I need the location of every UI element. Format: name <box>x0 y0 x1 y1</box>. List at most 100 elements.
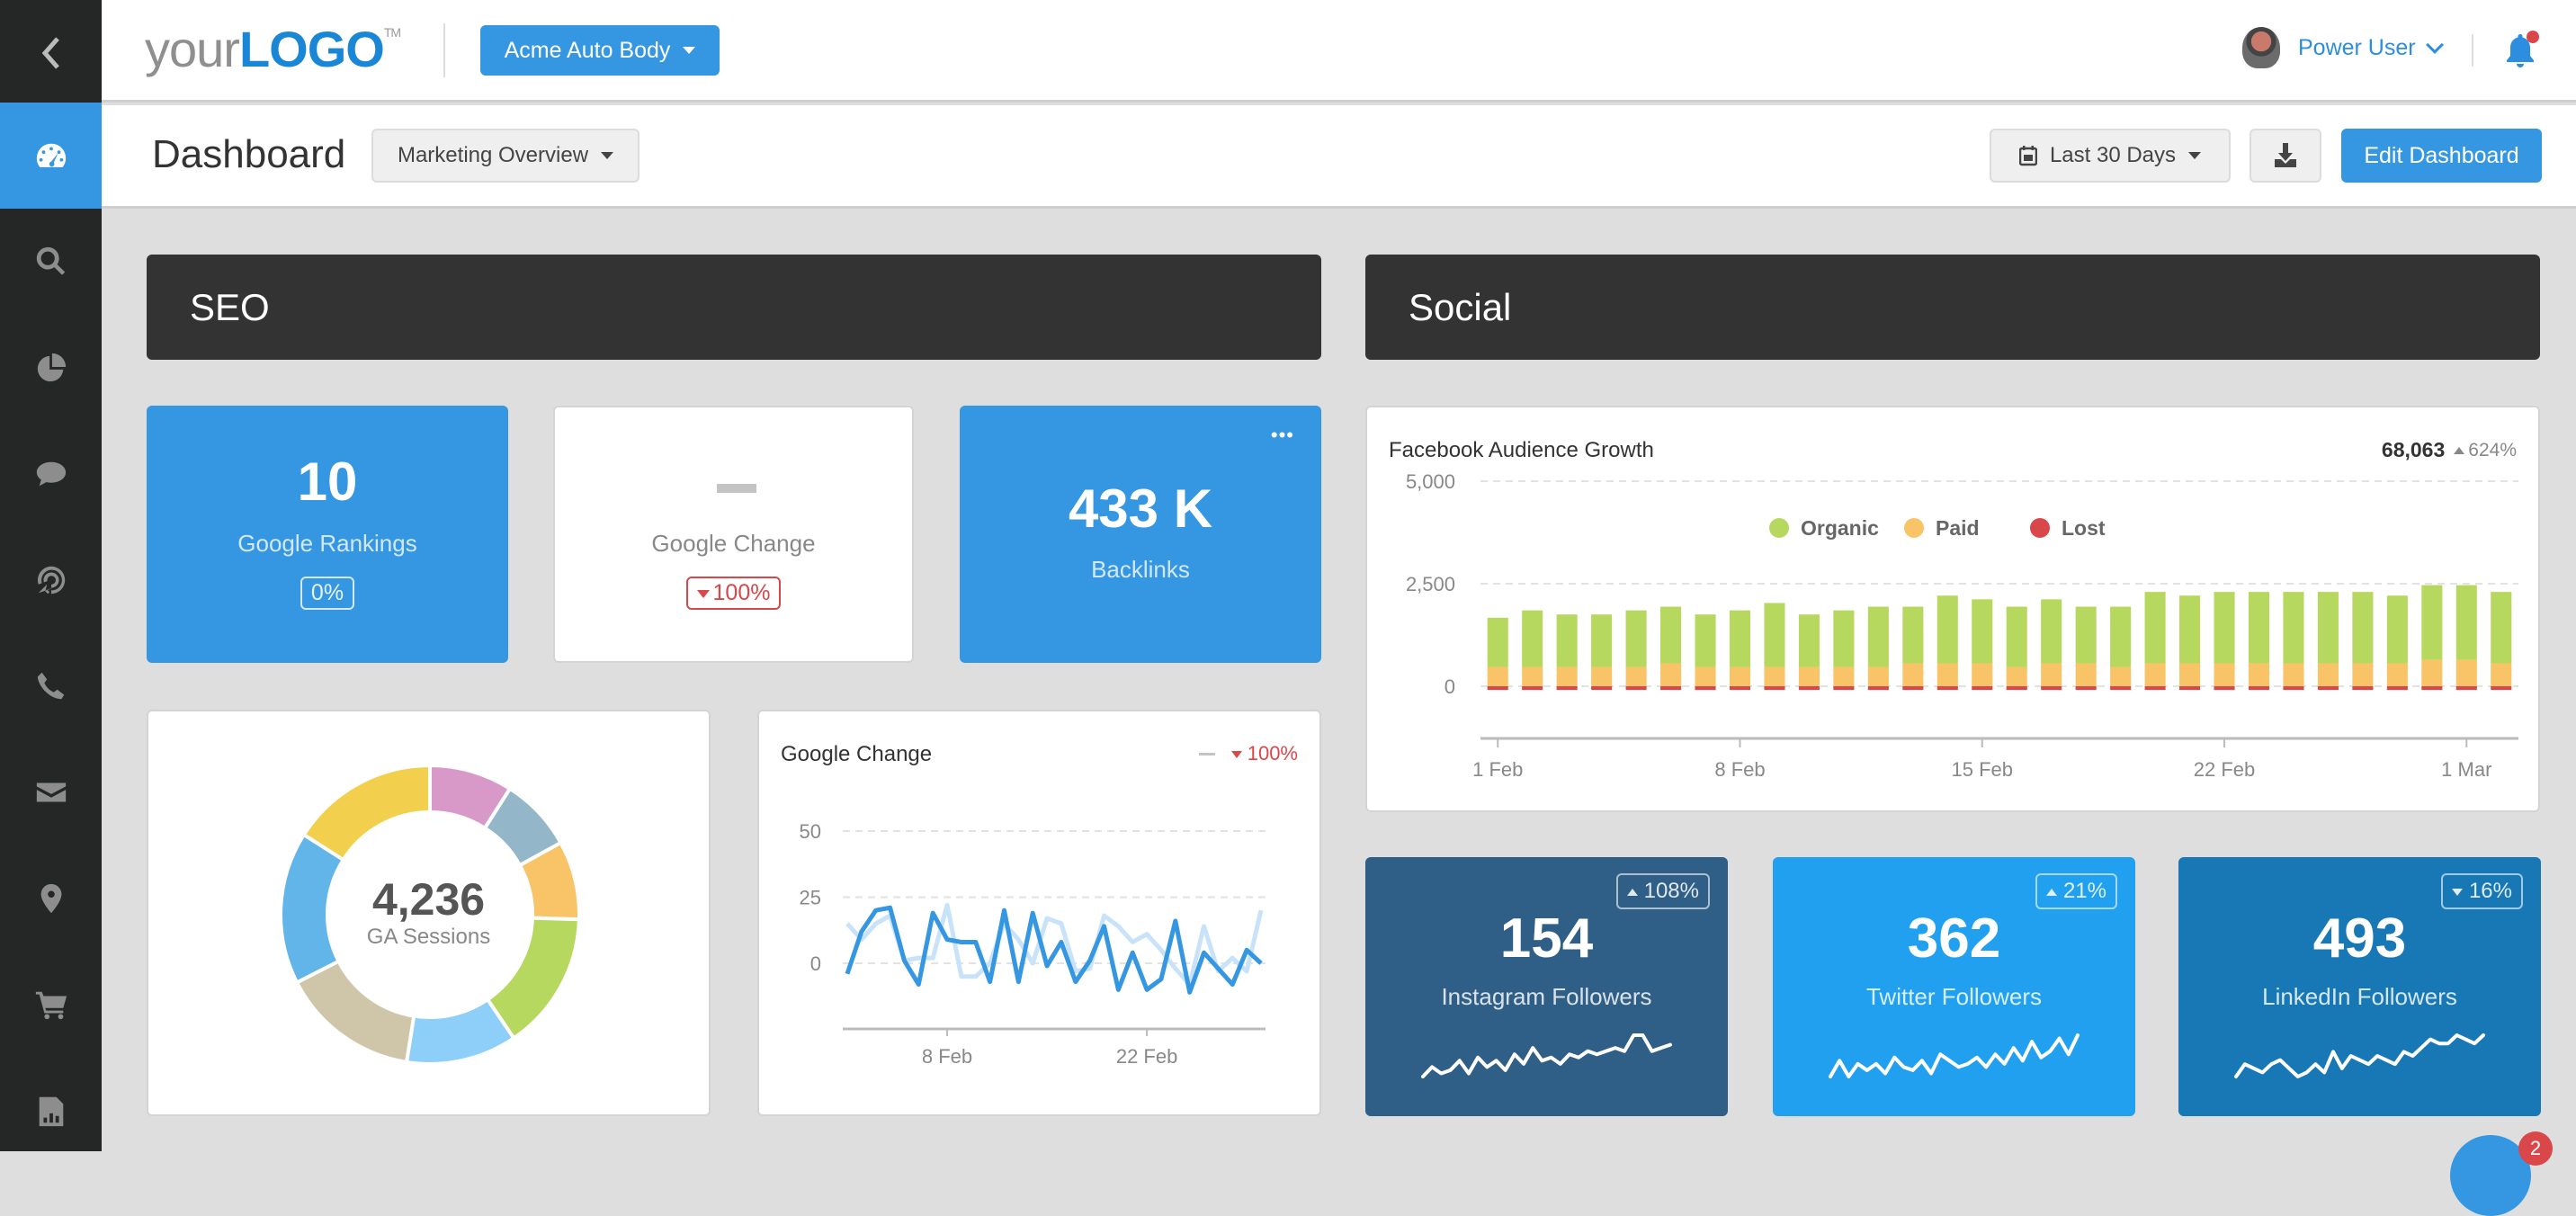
bar-lost[interactable] <box>1660 686 1682 691</box>
bar-organic[interactable] <box>2352 592 2374 664</box>
bar-lost[interactable] <box>2317 686 2339 691</box>
bar-organic[interactable] <box>2455 585 2477 660</box>
bar-organic[interactable] <box>2179 595 2201 664</box>
bar-paid[interactable] <box>1798 666 1820 686</box>
legend-label[interactable]: Lost <box>2062 516 2106 540</box>
sidebar-back-button[interactable] <box>0 0 102 106</box>
bar-lost[interactable] <box>1729 686 1751 691</box>
bar-organic[interactable] <box>2248 592 2270 664</box>
bar-lost[interactable] <box>1972 686 1993 691</box>
bar-organic[interactable] <box>2283 592 2304 664</box>
kpi-google-change[interactable]: Google Change 100% <box>553 406 914 663</box>
kpi-backlinks[interactable]: ••• 433 K Backlinks <box>960 406 1321 663</box>
bar-paid[interactable] <box>1867 666 1889 686</box>
bar-paid[interactable] <box>2421 659 2443 686</box>
logo[interactable]: yourLOGOTM <box>145 20 401 78</box>
bar-paid[interactable] <box>2352 663 2374 686</box>
bar-lost[interactable] <box>2179 686 2201 691</box>
kpi-google-rankings[interactable]: 10 Google Rankings 0% <box>147 406 508 663</box>
sidebar-item-local[interactable] <box>0 845 102 952</box>
bar-organic[interactable] <box>2421 585 2443 660</box>
sidebar-item-ppc[interactable] <box>0 527 102 633</box>
bar-paid[interactable] <box>1625 666 1647 686</box>
bar-paid[interactable] <box>2179 663 2201 686</box>
google-change-card[interactable]: Google Change 100% 50 25 0 8 Feb 22 Feb <box>757 710 1321 1116</box>
bar-lost[interactable] <box>1487 686 1508 691</box>
bar-lost[interactable] <box>2144 686 2166 691</box>
bar-organic[interactable] <box>2110 606 2132 667</box>
sidebar-item-analytics[interactable] <box>0 315 102 421</box>
donut-slice-7[interactable] <box>301 763 432 863</box>
bar-lost[interactable] <box>1936 686 1958 691</box>
bar-lost[interactable] <box>1695 686 1716 691</box>
client-selector-dropdown[interactable]: Acme Auto Body <box>480 25 720 76</box>
bar-lost[interactable] <box>2386 686 2408 691</box>
bar-lost[interactable] <box>2006 686 2027 691</box>
sidebar-item-dashboard[interactable] <box>0 103 102 209</box>
edit-dashboard-button[interactable]: Edit Dashboard <box>2341 129 2542 183</box>
bar-lost[interactable] <box>1556 686 1578 691</box>
donut-slice-5[interactable] <box>294 959 416 1065</box>
legend-label[interactable]: Organic <box>1801 516 1879 540</box>
bar-paid[interactable] <box>1556 666 1578 686</box>
bar-lost[interactable] <box>2041 686 2062 691</box>
view-selector-dropdown[interactable]: Marketing Overview <box>371 129 640 183</box>
bar-organic[interactable] <box>1833 610 1855 667</box>
user-menu[interactable]: Power User <box>2242 27 2444 68</box>
more-options-icon[interactable]: ••• <box>1271 424 1294 447</box>
bar-organic[interactable] <box>1556 614 1578 667</box>
bar-lost[interactable] <box>1591 686 1613 691</box>
notifications-button[interactable] <box>2505 31 2539 68</box>
bar-paid[interactable] <box>1833 666 1855 686</box>
bar-paid[interactable] <box>1522 666 1543 686</box>
bar-paid[interactable] <box>2317 663 2339 686</box>
bar-paid[interactable] <box>2110 666 2132 686</box>
bar-lost[interactable] <box>2283 686 2304 691</box>
bar-organic[interactable] <box>2075 606 2097 664</box>
facebook-audience-card[interactable]: Facebook Audience Growth 68,063 624% Org… <box>1365 406 2540 812</box>
bar-paid[interactable] <box>1729 666 1751 686</box>
bar-lost[interactable] <box>2075 686 2097 691</box>
bar-organic[interactable] <box>2386 595 2408 664</box>
bar-paid[interactable] <box>1591 666 1613 686</box>
bar-organic[interactable] <box>2006 606 2027 667</box>
bar-lost[interactable] <box>2110 686 2132 691</box>
bar-paid[interactable] <box>2214 663 2235 686</box>
bar-lost[interactable] <box>1867 686 1889 691</box>
bar-paid[interactable] <box>1902 663 1924 686</box>
sidebar-item-calls[interactable] <box>0 633 102 739</box>
bar-organic[interactable] <box>2491 592 2512 664</box>
bar-organic[interactable] <box>1625 610 1647 667</box>
bar-organic[interactable] <box>1972 599 1993 664</box>
bar-lost[interactable] <box>1625 686 1647 691</box>
bar-paid[interactable] <box>2386 663 2408 686</box>
bar-paid[interactable] <box>2075 663 2097 686</box>
sidebar-item-reports[interactable] <box>0 1058 102 1164</box>
kpi-twitter-followers[interactable]: 21% 362 Twitter Followers <box>1773 857 2135 1116</box>
kpi-instagram-followers[interactable]: 108% 154 Instagram Followers <box>1365 857 1728 1116</box>
download-button[interactable] <box>2250 129 2321 183</box>
bar-lost[interactable] <box>2248 686 2270 691</box>
sidebar-item-ecommerce[interactable] <box>0 952 102 1058</box>
bar-paid[interactable] <box>1695 666 1716 686</box>
bar-organic[interactable] <box>1867 606 1889 667</box>
bar-paid[interactable] <box>2455 659 2477 686</box>
sidebar-item-seo[interactable] <box>0 209 102 315</box>
bar-lost[interactable] <box>2214 686 2235 691</box>
bar-lost[interactable] <box>1902 686 1924 691</box>
kpi-linkedin-followers[interactable]: 16% 493 LinkedIn Followers <box>2178 857 2541 1116</box>
bar-organic[interactable] <box>1729 610 1751 667</box>
bar-lost[interactable] <box>1764 686 1785 691</box>
bar-organic[interactable] <box>1660 606 1682 664</box>
bar-organic[interactable] <box>1936 595 1958 664</box>
bar-paid[interactable] <box>2144 663 2166 686</box>
bar-organic[interactable] <box>1798 614 1820 667</box>
bar-paid[interactable] <box>1660 663 1682 686</box>
bar-organic[interactable] <box>2041 599 2062 664</box>
bar-paid[interactable] <box>2283 663 2304 686</box>
bar-lost[interactable] <box>1833 686 1855 691</box>
bar-lost[interactable] <box>1522 686 1543 691</box>
bar-paid[interactable] <box>2006 666 2027 686</box>
bar-lost[interactable] <box>2491 686 2512 691</box>
bar-organic[interactable] <box>1902 606 1924 664</box>
